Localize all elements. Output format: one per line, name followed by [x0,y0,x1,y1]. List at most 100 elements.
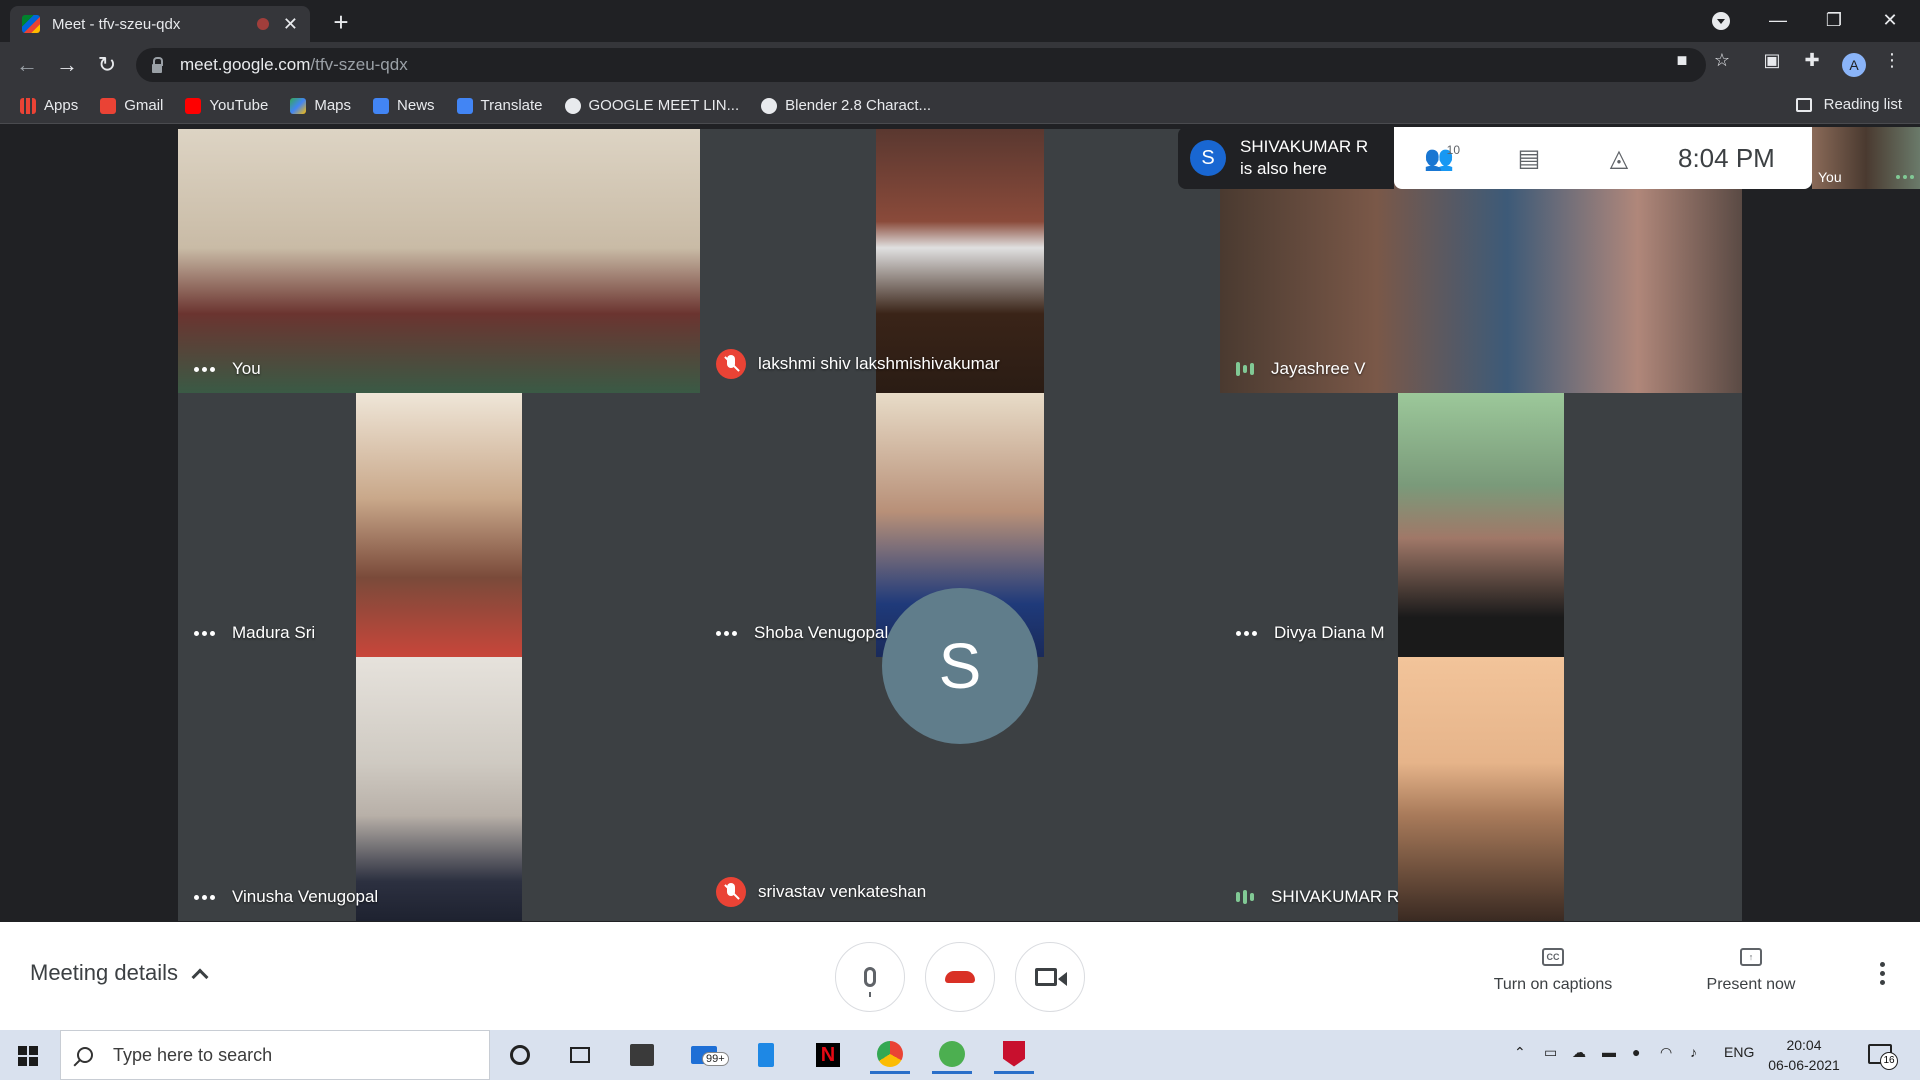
cortana-icon[interactable] [500,1036,540,1074]
join-notification: S SHIVAKUMAR R is also here [1178,127,1394,189]
bookmark-blender[interactable]: Blender 2.8 Charact... [761,97,931,114]
tab-search-button[interactable] [1712,12,1730,30]
participant-name: You [232,359,261,378]
url-host: meet.google.com [180,55,311,74]
meeting-details-button[interactable]: Meeting details [30,960,209,986]
mail-icon[interactable]: 99+ [684,1036,729,1074]
bookmark-google-meet-links[interactable]: GOOGLE MEET LIN... [564,97,739,114]
more-options-dots-icon[interactable] [194,894,218,900]
participant-nametag: Vinusha Venugopal [194,887,378,907]
translate-icon [456,97,473,114]
microphone-button[interactable] [835,942,905,1012]
more-options-dots-icon[interactable] [1893,175,1914,179]
search-placeholder: Type here to search [113,1044,273,1065]
new-tab-button[interactable]: + [326,8,356,38]
bookmarks-bar: Apps Gmail YouTube Maps News Translate G… [0,88,1920,124]
participant-tile-divya[interactable]: Divya Diana M [1220,393,1742,657]
mic-off-icon [716,349,746,379]
close-tab-icon[interactable]: ✕ [283,14,298,35]
meeting-details-label: Meeting details [30,960,178,985]
hang-up-icon [945,971,975,983]
taskbar-time: 20:04 [1786,1037,1822,1053]
minimize-button[interactable]: — [1750,0,1806,40]
more-options-dots-icon[interactable] [716,630,740,636]
participant-name: srivastav venkateshan [758,882,927,901]
microphone-tray-icon[interactable]: ● [1632,1044,1640,1060]
reload-button[interactable]: ↻ [92,50,122,80]
restore-button[interactable]: ❐ [1806,0,1862,40]
store-icon[interactable] [622,1036,662,1074]
participant-tile-shivakumar[interactable]: SHIVAKUMAR R [1220,657,1742,921]
present-now-button[interactable]: ↑ Present now [1666,948,1836,994]
speaking-indicator-icon [1236,361,1257,377]
extension-icon[interactable]: ▣ [1762,50,1782,70]
taskbar-search-box[interactable]: Type here to search [60,1030,490,1080]
leave-call-button[interactable] [925,942,995,1012]
task-view-icon[interactable] [560,1036,600,1074]
more-options-dots-icon[interactable] [194,366,218,372]
participant-tile-vinusha[interactable]: Vinusha Venugopal [178,657,700,921]
camera-button[interactable] [1015,942,1085,1012]
bookmark-maps[interactable]: Maps [290,97,351,114]
chat-button[interactable]: ▤ [1484,127,1574,189]
more-options-icon[interactable] [1880,962,1888,989]
onedrive-cloud-icon[interactable]: ☁ [1572,1044,1586,1061]
notification-avatar: S [1190,140,1226,176]
wifi-icon[interactable]: ◠ [1660,1044,1672,1061]
activities-button[interactable]: ◬ [1574,127,1664,189]
profile-avatar[interactable]: A [1842,53,1866,77]
reading-list-label: Reading list [1823,96,1902,113]
participant-tile-you[interactable]: You [178,129,700,393]
more-options-dots-icon[interactable] [1236,630,1260,636]
maps-icon [290,97,307,114]
self-view-thumbnail[interactable]: You [1812,127,1920,189]
tab-meet[interactable]: Meet - tfv-szeu-qdx ✕ [10,6,310,42]
people-button[interactable]: 👥 10 [1394,127,1484,189]
address-bar[interactable]: meet.google.com/tfv-szeu-qdx [136,48,1706,82]
meet-control-bar: Meeting details CC Turn on captions ↑ Pr… [0,922,1920,1030]
utorrent-icon[interactable] [932,1036,972,1074]
bookmark-star-icon[interactable]: ☆ [1712,50,1732,70]
notification-name: SHIVAKUMAR R [1240,137,1369,156]
video-feed [178,129,700,393]
bookmark-youtube[interactable]: YouTube [185,97,268,114]
input-language[interactable]: ENG [1724,1044,1754,1060]
notification-message: is also here [1240,159,1327,178]
windows-start-icon[interactable] [18,1046,38,1066]
more-options-dots-icon[interactable] [194,630,218,636]
participant-tile-madura[interactable]: Madura Sri [178,393,700,657]
volume-icon[interactable]: ♪ [1690,1044,1697,1060]
extensions-puzzle-icon[interactable]: ✚ [1802,50,1822,70]
device-icon[interactable]: ▭ [1544,1044,1557,1061]
reading-list-button[interactable]: Reading list [1795,96,1902,113]
activities-icon: ◬ [1609,144,1629,172]
browser-menu-icon[interactable]: ⋮ [1882,50,1902,70]
battery-icon[interactable]: ▬ [1602,1044,1616,1060]
phone-app-icon[interactable] [746,1036,786,1074]
bookmark-news[interactable]: News [373,97,435,114]
meet-top-panel: 👥 10 ▤ ◬ 8:04 PM [1394,127,1812,189]
bookmark-translate[interactable]: Translate [456,97,543,114]
youtube-icon [185,97,202,114]
forward-button[interactable]: → [52,50,82,80]
netflix-icon[interactable]: N [808,1036,848,1074]
participant-nametag: Madura Sri [194,623,315,643]
browser-toolbar: ← → ↻ meet.google.com/tfv-szeu-qdx ■ ☆ ▣… [0,42,1920,88]
mcafee-icon[interactable] [994,1036,1034,1074]
action-center-icon[interactable]: 16 [1868,1044,1898,1070]
taskbar-clock[interactable]: 20:04 06-06-2021 [1766,1035,1842,1075]
show-hidden-icons-chevron-icon[interactable]: ⌃ [1514,1044,1526,1061]
bookmark-gmail[interactable]: Gmail [100,97,163,114]
participant-name: Divya Diana M [1274,623,1385,642]
wordpress-icon [761,97,778,114]
participant-tile-lakshmi[interactable]: lakshmi shiv lakshmishivakumar [700,129,1220,393]
participant-nametag: lakshmi shiv lakshmishivakumar [716,349,1000,379]
participant-name: Vinusha Venugopal [232,887,379,906]
chrome-icon[interactable] [870,1036,910,1074]
self-view-label: You [1818,169,1842,185]
bookmark-apps[interactable]: Apps [20,97,78,114]
back-button[interactable]: ← [12,50,42,80]
captions-button[interactable]: CC Turn on captions [1468,948,1638,994]
close-window-button[interactable]: ✕ [1862,0,1918,40]
camera-in-use-icon[interactable]: ■ [1672,50,1692,70]
